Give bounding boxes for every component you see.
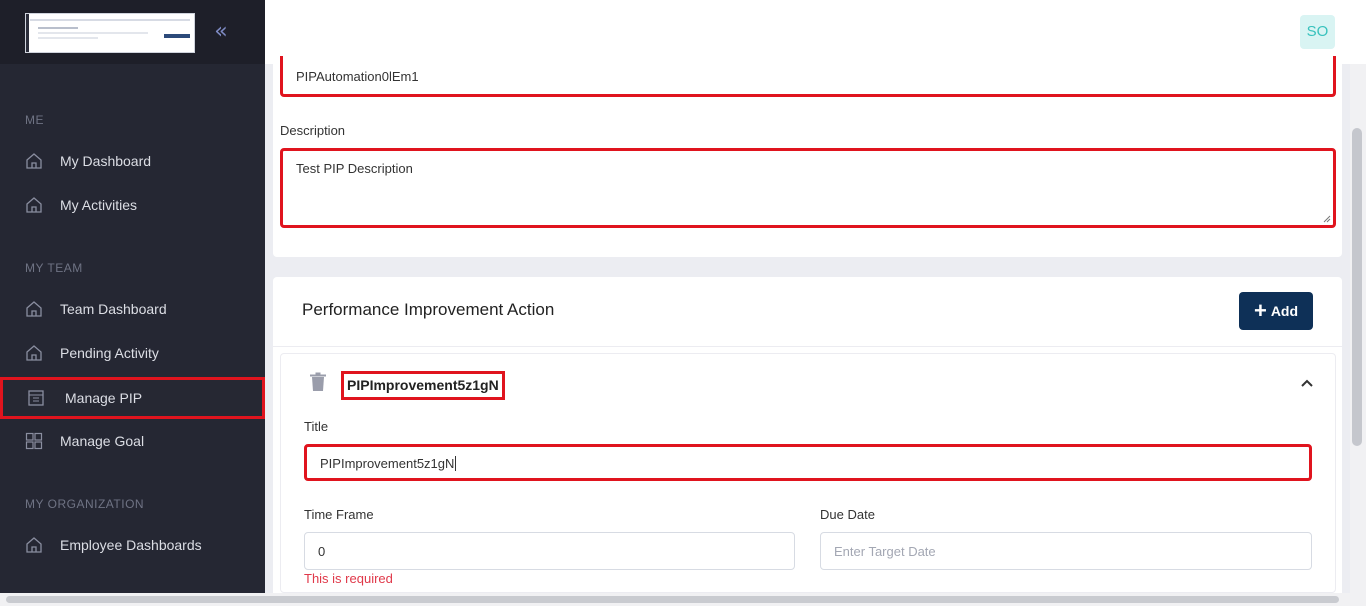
- sidebar-item-manage-goal[interactable]: Manage Goal: [0, 421, 265, 461]
- description-label: Description: [280, 123, 346, 138]
- time-frame-value: 0: [318, 544, 326, 559]
- time-frame-input[interactable]: 0: [304, 532, 795, 570]
- time-frame-error: This is required: [304, 571, 393, 586]
- pip-name-value: PIPAutomation0lEm1: [296, 69, 419, 84]
- sidebar-item-manage-pip[interactable]: Manage PIP: [0, 377, 265, 419]
- sidebar-item-label: Team Dashboard: [60, 301, 167, 317]
- action-item-heading: PIPImprovement5z1gN: [341, 371, 505, 400]
- sidebar-item-label: Employee Dashboards: [60, 537, 202, 553]
- home-icon: [24, 535, 44, 555]
- sidebar-item-team-dashboard[interactable]: Team Dashboard: [0, 289, 265, 329]
- company-logo[interactable]: [25, 13, 195, 53]
- grid-icon: [24, 431, 44, 451]
- sidebar: « ME My Dashboard My Activities MY TEAM …: [0, 0, 265, 606]
- trash-icon[interactable]: [309, 372, 327, 392]
- due-date-input[interactable]: Enter Target Date: [820, 532, 1312, 570]
- time-frame-label: Time Frame: [304, 507, 374, 522]
- pip-name-field[interactable]: PIPAutomation0lEm1: [280, 56, 1336, 97]
- divider: [273, 346, 1342, 347]
- section-label-my-team: MY TEAM: [25, 261, 83, 275]
- due-date-placeholder: Enter Target Date: [834, 544, 936, 559]
- home-icon: [24, 151, 44, 171]
- avatar[interactable]: SO: [1300, 15, 1335, 49]
- sidebar-item-label: My Dashboard: [60, 153, 152, 169]
- plus-icon: +: [1253, 298, 1267, 323]
- section-label-my-organization: MY ORGANIZATION: [25, 497, 145, 511]
- description-value: Test PIP Description: [296, 161, 413, 176]
- resize-handle-icon[interactable]: [1323, 215, 1331, 223]
- home-icon: [24, 299, 44, 319]
- home-icon: [24, 195, 44, 215]
- description-textarea[interactable]: Test PIP Description: [280, 148, 1336, 228]
- sidebar-item-label: My Activities: [60, 197, 138, 213]
- horizontal-scrollbar-thumb[interactable]: [6, 596, 1339, 603]
- vertical-scrollbar-thumb[interactable]: [1352, 128, 1362, 446]
- add-button-label: Add: [1270, 303, 1299, 319]
- sidebar-item-my-dashboard[interactable]: My Dashboard: [0, 141, 265, 181]
- chevron-up-icon[interactable]: [1298, 374, 1316, 392]
- section-title: Performance Improvement Action: [302, 300, 555, 319]
- title-label: Title: [304, 419, 329, 434]
- add-action-button[interactable]: + Add: [1239, 292, 1313, 330]
- sidebar-item-employee-dashboards[interactable]: Employee Dashboards: [0, 525, 265, 565]
- sidebar-header: «: [0, 0, 265, 64]
- sidebar-item-label: Manage PIP: [65, 390, 143, 406]
- top-bar: [265, 0, 1366, 64]
- sidebar-item-my-activities[interactable]: My Activities: [0, 185, 265, 225]
- due-date-label: Due Date: [820, 507, 875, 522]
- title-input[interactable]: PIPImprovement5z1gN: [304, 444, 1312, 481]
- document-icon: [26, 388, 46, 408]
- sidebar-item-pending-activity[interactable]: Pending Activity: [0, 333, 265, 373]
- sidebar-item-label: Pending Activity: [60, 345, 159, 361]
- title-input-value: PIPImprovement5z1gN: [320, 456, 457, 471]
- home-icon: [24, 343, 44, 363]
- section-label-me: ME: [25, 113, 44, 127]
- double-chevron-left-icon[interactable]: «: [208, 20, 234, 46]
- sidebar-item-label: Manage Goal: [60, 433, 145, 449]
